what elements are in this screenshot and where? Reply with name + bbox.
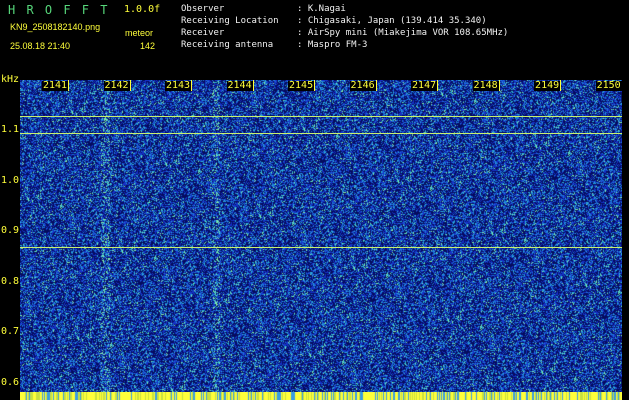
x-tick-label: 2141 xyxy=(42,80,69,91)
x-tick-mark xyxy=(129,80,131,91)
info-receiver-label: Receiver xyxy=(181,28,225,38)
info-location-value: : Chigasaki, Japan (139.414 35.340) xyxy=(297,16,487,26)
info-antenna-label: Receiving antenna xyxy=(181,40,274,50)
meteor-count: 142 xyxy=(140,41,156,51)
x-tick-mark xyxy=(498,80,500,91)
y-tick-label: 0.6 xyxy=(1,376,20,388)
bottom-level-bar xyxy=(20,392,622,400)
x-tick-label: 2145 xyxy=(288,80,315,91)
x-tick-label: 2150 xyxy=(595,80,622,91)
x-tick-mark xyxy=(191,80,192,91)
info-receiver-value: : AirSpy mini (Miakejima VOR 108.65MHz) xyxy=(297,28,509,38)
info-location-label: Receiving Location xyxy=(181,16,279,26)
signal-line xyxy=(20,133,622,134)
y-tick-label: 0.8 xyxy=(1,275,20,287)
signal-line xyxy=(20,116,622,118)
version-label: 1.0.0f xyxy=(124,4,161,15)
x-tick-label: 2147 xyxy=(411,80,438,91)
x-tick-label: 2144 xyxy=(226,80,253,91)
x-tick-mark xyxy=(560,80,562,91)
x-tick-label: 2143 xyxy=(165,80,192,91)
y-tick-label: 1.1 xyxy=(1,124,20,136)
datetime-label: 25.08.18 21:40 xyxy=(10,41,71,51)
y-tick-label: 0.7 xyxy=(1,326,20,338)
info-antenna-value: : Maspro FM-3 xyxy=(297,40,368,50)
x-tick-label: 2148 xyxy=(472,80,499,91)
info-observer-label: Observer xyxy=(181,4,225,14)
x-tick-label: 2142 xyxy=(103,80,130,91)
spectrogram-noise xyxy=(20,80,622,393)
y-axis-unit-label: kHz xyxy=(1,74,20,85)
x-tick-label: 2149 xyxy=(534,80,561,91)
filename-label: KN9_2508182140.png xyxy=(10,22,101,32)
spectrogram: 2141 2142 2143 2144 2145 2146 2147 2148 2149 2150 xyxy=(20,80,622,393)
x-tick-label: 2146 xyxy=(349,80,376,91)
x-tick-mark xyxy=(375,80,377,91)
meteor-label: meteor xyxy=(125,28,154,38)
signal-line xyxy=(20,246,622,248)
x-tick-mark xyxy=(314,80,316,91)
app-name: H R O F F T xyxy=(8,3,110,17)
info-observer-value: : K.Nagai xyxy=(297,4,346,14)
x-tick-mark xyxy=(437,80,439,91)
x-tick-mark xyxy=(68,80,69,91)
y-tick-label: 0.9 xyxy=(1,225,20,237)
y-tick-label: 1.0 xyxy=(1,174,20,186)
x-tick-mark xyxy=(252,80,254,91)
